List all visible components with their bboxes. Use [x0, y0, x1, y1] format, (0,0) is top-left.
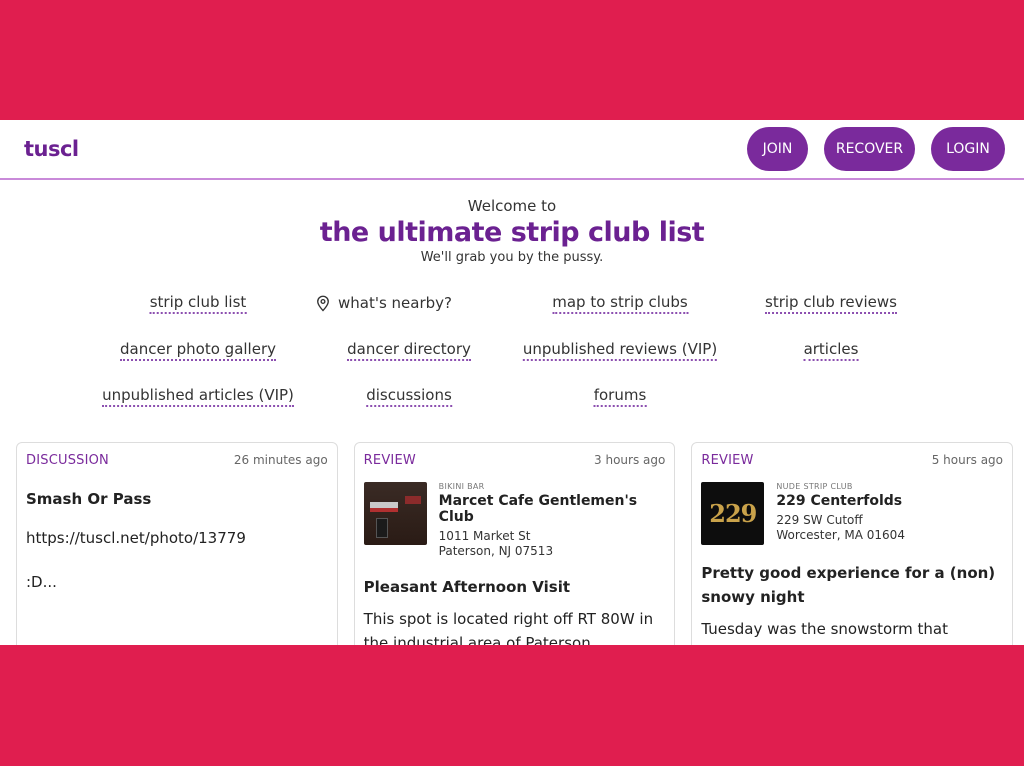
page-title: the ultimate strip club list: [319, 217, 705, 248]
nav-strip-club-list[interactable]: strip club list: [149, 293, 247, 314]
nav-whats-nearby[interactable]: what's nearby?: [314, 293, 452, 314]
review-title[interactable]: Pleasant Afternoon Visit: [364, 575, 666, 599]
card-body: https://tuscl.net/photo/13779 :D...: [26, 526, 328, 594]
browser-viewport: tuscl JOIN RECOVER LOGIN Welcome to the …: [0, 120, 1024, 645]
nav-gallery[interactable]: dancer photo gallery: [120, 340, 276, 361]
feed-card-discussion[interactable]: DISCUSSION 26 minutes ago Smash Or Pass …: [16, 442, 338, 645]
welcome-text: Welcome to: [467, 197, 557, 215]
auth-buttons: JOIN RECOVER LOGIN: [747, 127, 1005, 171]
review-body: This spot is located right off RT 80W in…: [363, 610, 654, 645]
nav-discussions[interactable]: discussions: [366, 386, 452, 407]
club-meta: BIKINI BAR Marcet Cafe Gentlemen's Club …: [439, 482, 666, 559]
club-logo-text: 229: [709, 499, 757, 528]
feed-card-review[interactable]: REVIEW 5 hours ago 229 NUDE STRIP CLUB 2…: [691, 442, 1014, 645]
club-name[interactable]: Marcet Cafe Gentlemen's Club: [439, 493, 666, 525]
join-button[interactable]: JOIN: [747, 127, 808, 171]
nav-unpublished-reviews[interactable]: unpublished reviews (VIP): [522, 340, 718, 361]
hero: Welcome to the ultimate strip club list …: [0, 180, 1024, 265]
card-body-line: :D...: [26, 573, 57, 591]
site-logo[interactable]: tuscl: [24, 137, 79, 161]
club-category: NUDE STRIP CLUB: [776, 482, 853, 491]
club-info[interactable]: 229 NUDE STRIP CLUB 229 Centerfolds 229 …: [701, 482, 1003, 545]
card-time: 5 hours ago: [931, 453, 1004, 467]
review-body: Tuesday was the snowstorm that wasn't,: [701, 620, 948, 645]
card-time: 26 minutes ago: [233, 453, 328, 467]
club-info[interactable]: BIKINI BAR Marcet Cafe Gentlemen's Club …: [363, 482, 666, 559]
card-header: REVIEW 5 hours ago: [701, 453, 1003, 468]
card-time: 3 hours ago: [594, 453, 666, 467]
nav-unpublished-articles[interactable]: unpublished articles (VIP): [102, 386, 294, 407]
club-meta: NUDE STRIP CLUB 229 Centerfolds 229 SW C…: [776, 482, 905, 545]
feed-card-review[interactable]: REVIEW 3 hours ago BIKINI BAR Marcet Caf…: [353, 442, 676, 645]
card-header: DISCUSSION 26 minutes ago: [26, 453, 328, 468]
nav-map[interactable]: map to strip clubs: [552, 293, 688, 314]
nav-articles[interactable]: articles: [803, 340, 859, 361]
activity-feed: DISCUSSION 26 minutes ago Smash Or Pass …: [16, 442, 1014, 645]
main-nav: strip club list what's nearby? map to st…: [0, 293, 1024, 433]
tagline: We'll grab you by the pussy.: [420, 250, 604, 265]
nav-directory[interactable]: dancer directory: [347, 340, 471, 361]
top-band: [0, 0, 1024, 120]
nav-forums[interactable]: forums: [593, 386, 647, 407]
club-category: BIKINI BAR: [438, 482, 485, 491]
card-body-line: https://tuscl.net/photo/13779: [26, 529, 246, 547]
recover-button[interactable]: RECOVER: [824, 127, 915, 171]
card-title[interactable]: Smash Or Pass: [26, 490, 328, 508]
site-header: tuscl JOIN RECOVER LOGIN: [0, 120, 1024, 180]
club-photo: [363, 482, 427, 545]
nav-whats-nearby-label: what's nearby?: [337, 294, 453, 312]
club-logo: 229: [701, 482, 765, 545]
login-button[interactable]: LOGIN: [931, 127, 1005, 171]
club-city: Paterson, NJ 07513: [438, 544, 554, 558]
club-street: 229 SW Cutoff: [776, 513, 863, 527]
club-city: Worcester, MA 01604: [776, 528, 905, 542]
card-type: DISCUSSION: [26, 453, 109, 468]
club-street: 1011 Market St: [438, 529, 531, 543]
location-pin-icon: [317, 295, 329, 312]
bottom-band: [0, 645, 1024, 766]
card-type: REVIEW: [363, 453, 416, 468]
card-type: REVIEW: [701, 453, 754, 468]
club-name[interactable]: 229 Centerfolds: [776, 493, 905, 509]
card-header: REVIEW 3 hours ago: [364, 453, 666, 468]
nav-reviews[interactable]: strip club reviews: [765, 293, 897, 314]
review-title[interactable]: Pretty good experience for a (non) snowy…: [701, 561, 1003, 609]
